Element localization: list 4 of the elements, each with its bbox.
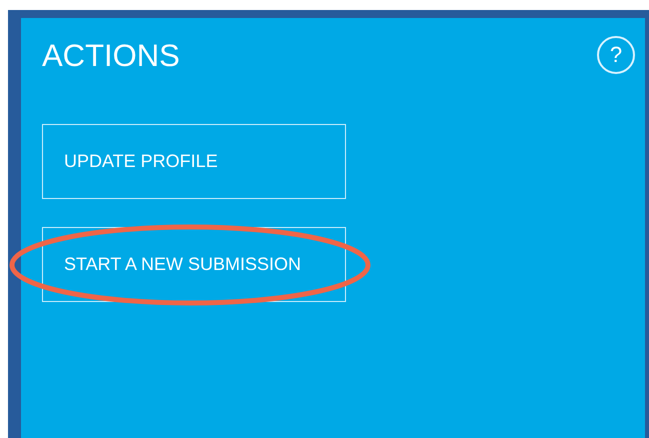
panel-title: ACTIONS	[42, 37, 180, 75]
help-button[interactable]: ?	[597, 36, 635, 74]
action-button[interactable]: START A NEW SUBMISSION	[42, 227, 346, 302]
action-button[interactable]: UPDATE PROFILE	[42, 124, 346, 200]
